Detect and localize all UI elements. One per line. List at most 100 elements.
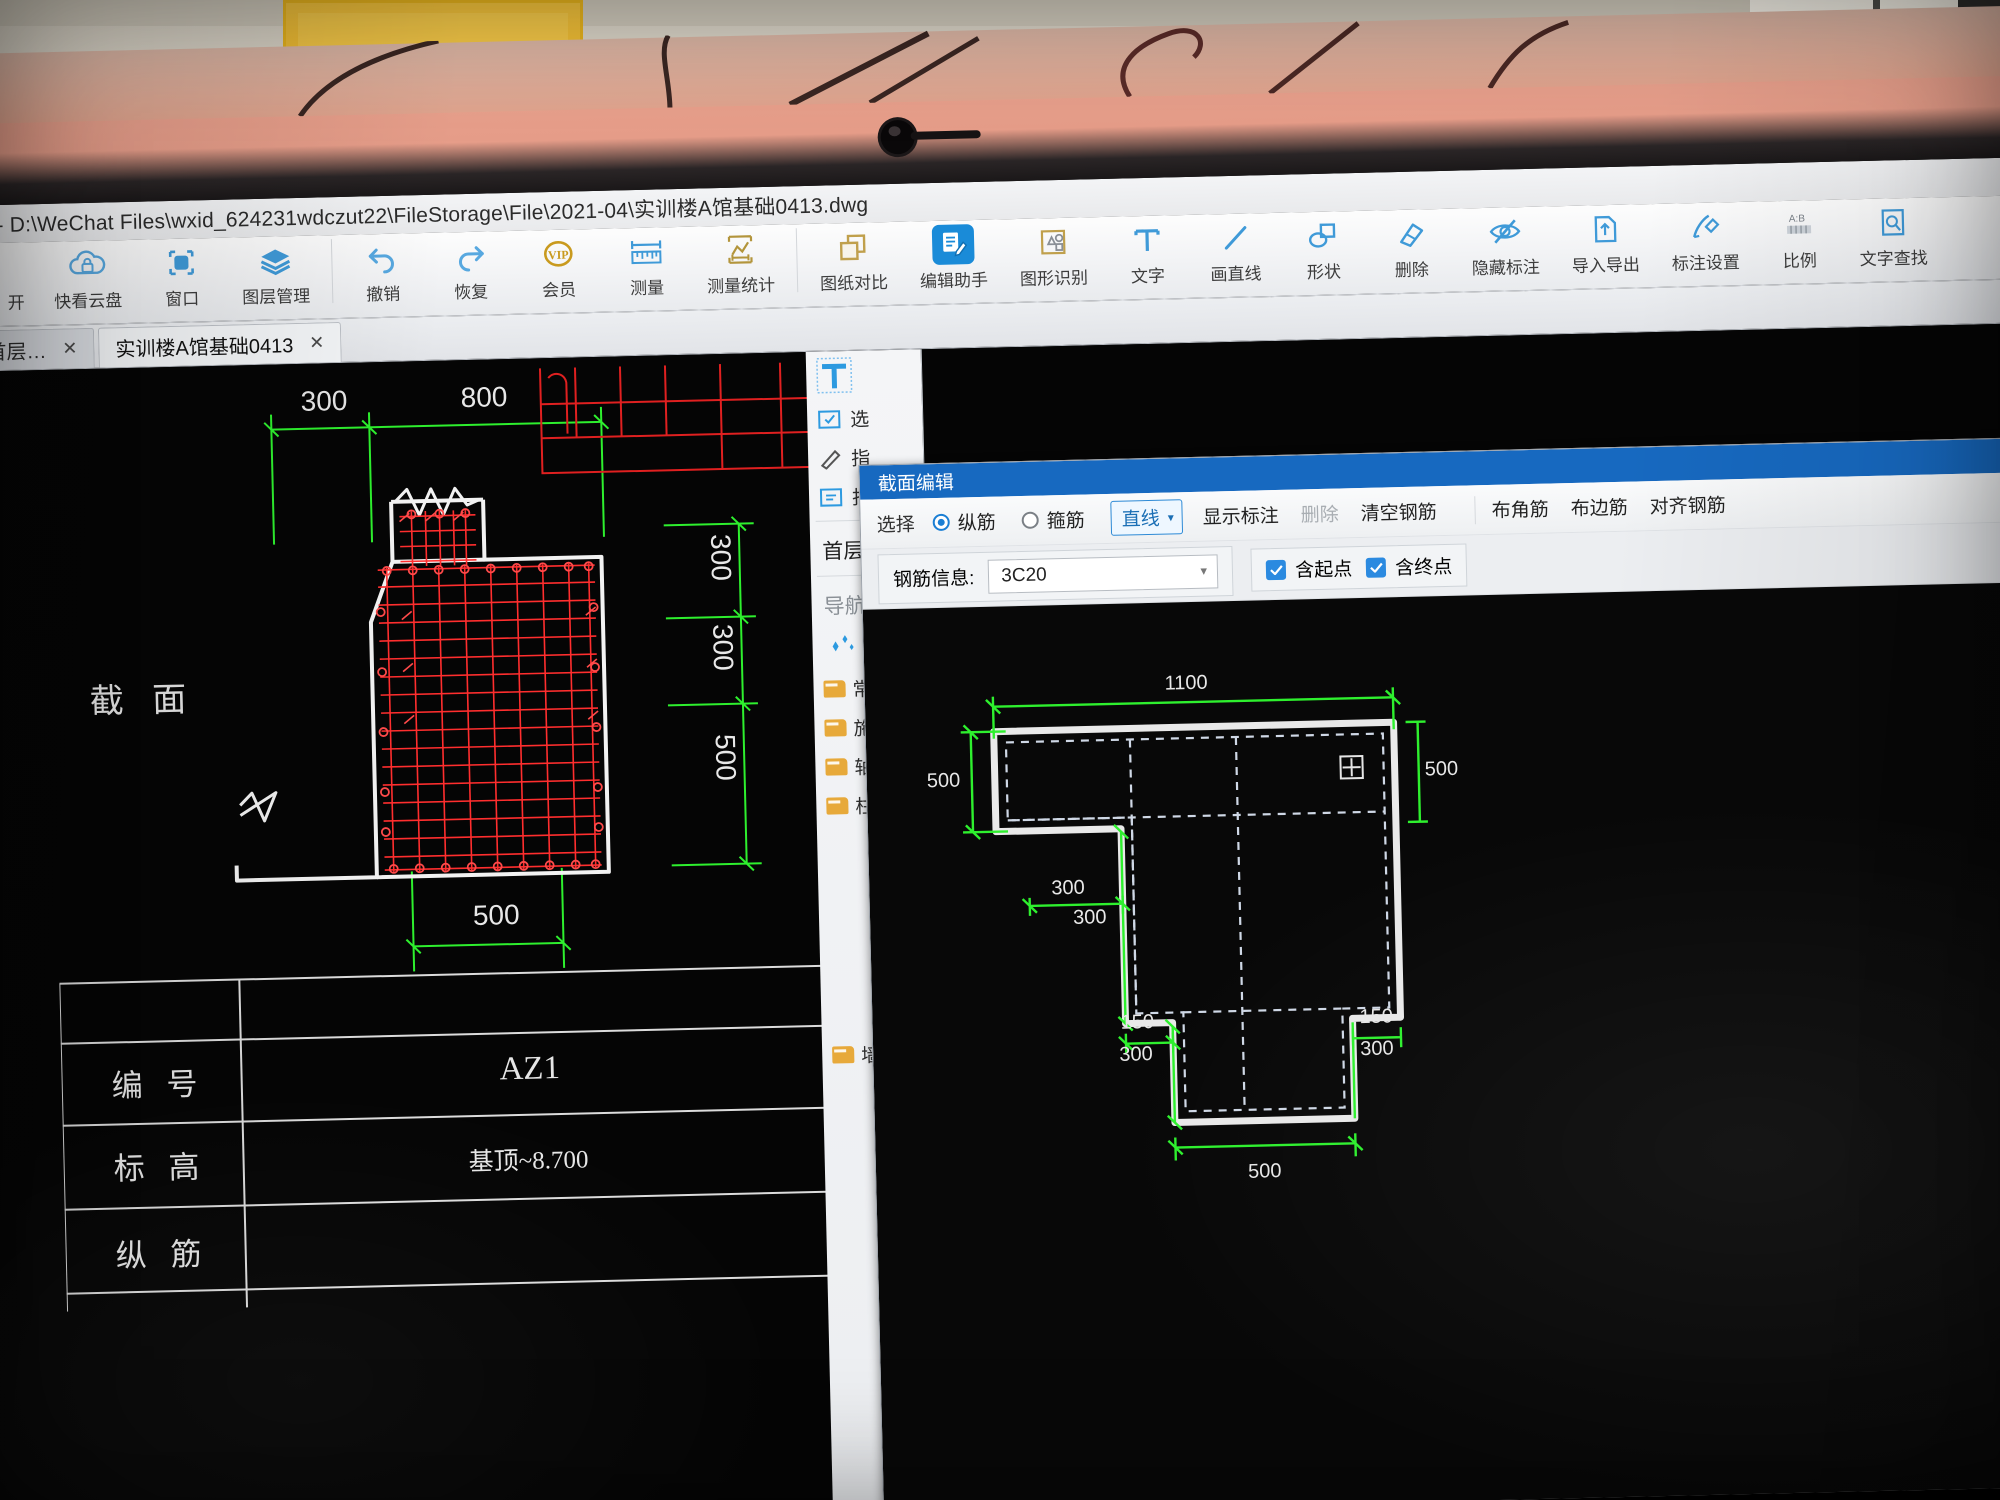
toolbar-item-open[interactable]: 开 bbox=[0, 242, 39, 325]
toolbar-label-shape-recognize: 图形识别 bbox=[1019, 268, 1089, 289]
table-row-value-0: AZ1 bbox=[499, 1050, 561, 1088]
annotation-settings-icon bbox=[1684, 206, 1727, 247]
tab-first-floor[interactable]: 首层… ✕ bbox=[0, 327, 95, 371]
edge-rebar-button[interactable]: 布边筋 bbox=[1570, 493, 1628, 521]
toolbar-label-redo: 恢复 bbox=[453, 282, 489, 303]
radio-label-stirrup: 箍筋 bbox=[1046, 510, 1086, 533]
tab-close-icon[interactable]: ✕ bbox=[62, 338, 78, 359]
checkbox-include-end[interactable]: 含终点 bbox=[1365, 552, 1453, 581]
rebar-info-select[interactable]: 3C20 ▼ bbox=[987, 553, 1219, 594]
import-export-icon bbox=[1584, 209, 1627, 250]
toolbar-label-window: 窗口 bbox=[165, 289, 200, 310]
delete-button: 删除 bbox=[1300, 504, 1340, 527]
screenshot-root: - D:\WeChat Files\wxid_624231wdczut22\Fi… bbox=[0, 0, 2000, 1500]
dlg-dim-low-a: 150 bbox=[1120, 1011, 1155, 1034]
section-edit-dialog[interactable]: 截面编辑 选择 纵筋 箍筋 直线 ▾ 显示标注 删除 清空钢筋 布角筋 布边筋 … bbox=[858, 436, 2000, 1500]
tab-active-drawing[interactable]: 实训楼A馆基础0413 ✕ bbox=[98, 321, 342, 368]
draw-mode-dropdown[interactable]: 直线 ▾ bbox=[1110, 499, 1184, 536]
toolbar-item-delete[interactable]: 删除 bbox=[1367, 209, 1457, 293]
checkbox-label-include-start: 含起点 bbox=[1295, 559, 1353, 582]
toolbar-label-edit-assistant: 编辑助手 bbox=[919, 270, 989, 292]
toolbar-item-window[interactable]: 窗口 bbox=[137, 238, 227, 322]
align-rebar-button[interactable]: 对齐钢筋 bbox=[1649, 490, 1726, 519]
dialog-section-canvas[interactable]: 1100 500 500 300 300 150 300 150 300 500 bbox=[862, 581, 2000, 1500]
bezel-sensor-bar bbox=[910, 130, 981, 140]
shape-recognize-icon bbox=[1032, 222, 1075, 263]
clear-rebar-button[interactable]: 清空钢筋 bbox=[1360, 497, 1437, 526]
shape-icon bbox=[1302, 215, 1345, 256]
toolbar-item-text[interactable]: 文字 bbox=[1103, 215, 1193, 299]
toolbar-item-vip[interactable]: VIP 会员 bbox=[514, 229, 604, 313]
webcam-icon bbox=[880, 119, 916, 155]
folder-icon bbox=[825, 758, 848, 776]
open-icon bbox=[0, 246, 37, 287]
panel-logo bbox=[806, 345, 922, 400]
text-icon bbox=[1126, 219, 1169, 260]
chevron-down-icon: ▾ bbox=[1167, 509, 1174, 525]
toolbar-label-import-export: 导入导出 bbox=[1571, 255, 1641, 276]
toolbar-item-hide-annotation[interactable]: 隐藏标注 bbox=[1454, 206, 1556, 290]
toolbar-item-undo[interactable]: 撤销 bbox=[338, 233, 428, 317]
corner-rebar-button[interactable]: 布角筋 bbox=[1491, 495, 1549, 523]
text-search-icon bbox=[1871, 202, 1914, 243]
dlg-dim-mid-a: 300 bbox=[1051, 876, 1086, 900]
toolbar-item-shape[interactable]: 形状 bbox=[1279, 211, 1369, 295]
sidebar-item-select[interactable]: 选 bbox=[807, 397, 923, 439]
toolbar-item-measure[interactable]: 测量 bbox=[602, 227, 692, 311]
radio-indicator bbox=[1021, 511, 1039, 529]
toolbar-label-shape: 形状 bbox=[1306, 262, 1342, 283]
dim-bottom: 500 bbox=[472, 898, 520, 932]
radio-longitudinal-rebar[interactable]: 纵筋 bbox=[932, 508, 996, 536]
toolbar-item-text-search[interactable]: 文字查找 bbox=[1842, 197, 1944, 281]
selection-grip bbox=[1339, 754, 1364, 780]
svg-text:VIP: VIP bbox=[548, 248, 569, 262]
compare-icon bbox=[832, 226, 875, 267]
toolbar-item-scale[interactable]: A:B 比例 bbox=[1754, 200, 1844, 284]
folder-icon bbox=[823, 680, 846, 698]
toolbar-item-measure-stats[interactable]: 测量统计 bbox=[690, 224, 792, 308]
checkbox-include-start[interactable]: 含起点 bbox=[1265, 554, 1353, 583]
toolbar-item-import-export[interactable]: 导入导出 bbox=[1554, 204, 1656, 288]
svg-text:A:B: A:B bbox=[1789, 213, 1806, 224]
rebar-info-value: 3C20 bbox=[1001, 563, 1047, 586]
toolbar-label-text-search: 文字查找 bbox=[1859, 248, 1928, 270]
dialog-title: 截面编辑 bbox=[877, 472, 955, 495]
checkbox-label-include-end: 含终点 bbox=[1394, 556, 1453, 580]
toolbar-item-edit-assistant[interactable]: 编辑助手 bbox=[903, 219, 1005, 303]
table-row-value-1: 基顶~8.700 bbox=[468, 1146, 589, 1177]
dim-right-3: 500 bbox=[709, 733, 742, 782]
dlg-dim-left: 500 bbox=[926, 769, 961, 793]
toolbar-item-redo[interactable]: 恢复 bbox=[426, 231, 516, 315]
toolbar-item-compare[interactable]: 图纸对比 bbox=[803, 222, 905, 306]
cloud-icon bbox=[66, 244, 109, 285]
dlg-dim-low-b: 300 bbox=[1119, 1043, 1153, 1066]
tab-close-icon[interactable]: ✕ bbox=[309, 332, 325, 353]
report-icon bbox=[819, 487, 843, 507]
section-label: 截 面 bbox=[89, 681, 197, 721]
eraser-icon bbox=[1390, 213, 1433, 254]
toolbar-item-layers[interactable]: 图层管理 bbox=[225, 235, 327, 319]
window-icon bbox=[160, 242, 203, 283]
dlg-dim-low-c: 150 bbox=[1359, 1005, 1394, 1029]
radio-stirrup-rebar[interactable]: 箍筋 bbox=[1021, 505, 1085, 533]
table-row-label-0: 编 号 bbox=[111, 1066, 206, 1104]
toolbar-item-annotation-settings[interactable]: 标注设置 bbox=[1654, 202, 1756, 286]
dlg-dim-right: 500 bbox=[1424, 757, 1459, 781]
checkbox-indicator bbox=[1365, 556, 1387, 578]
dim-top-left: 300 bbox=[300, 384, 348, 417]
toolbar-item-line[interactable]: 画直线 bbox=[1191, 213, 1281, 297]
dim-right-1: 300 bbox=[704, 533, 738, 582]
toolbar-item-shape-recognize[interactable]: 图形识别 bbox=[1003, 217, 1105, 301]
show-annotation-button[interactable]: 显示标注 bbox=[1202, 501, 1279, 530]
toolbar-item-cloud[interactable]: 快看云盘 bbox=[37, 240, 139, 324]
toolbar-label-cloud: 快看云盘 bbox=[54, 291, 123, 312]
rebar-info-group: 钢筋信息: 3C20 ▼ bbox=[877, 545, 1234, 604]
toolbar-label-layers: 图层管理 bbox=[242, 286, 311, 308]
dlg-dim-top: 1100 bbox=[1164, 671, 1208, 695]
toolbar-label-undo: 撤销 bbox=[365, 284, 401, 305]
dim-top-right: 800 bbox=[460, 381, 508, 414]
t-text-icon bbox=[816, 357, 853, 394]
endpoint-options-group: 含起点 含终点 bbox=[1250, 543, 1468, 592]
edit-assistant-icon bbox=[931, 224, 975, 266]
cad-canvas[interactable]: 300 800 300 300 500 500 截 面 编 号 AZ1 标 高 … bbox=[0, 322, 2000, 1500]
